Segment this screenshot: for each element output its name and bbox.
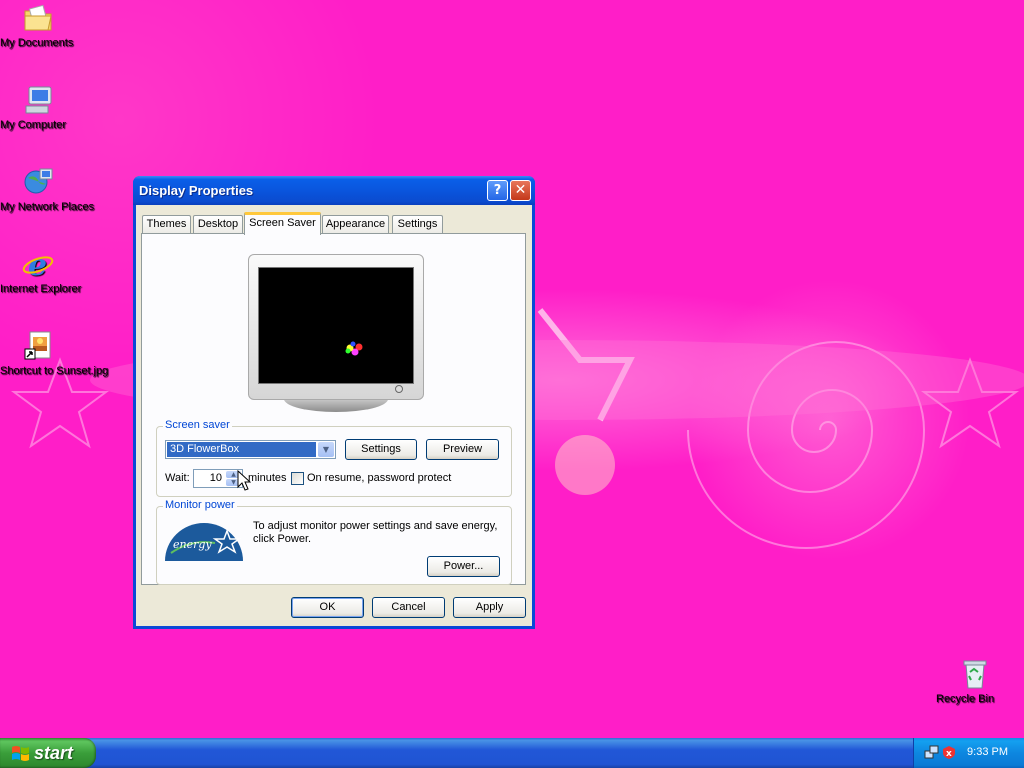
button-label: Apply — [475, 601, 504, 613]
desktop-icon-my-documents[interactable]: My Documents — [0, 2, 76, 49]
tab-label: Themes — [146, 218, 187, 230]
button-label: OK — [319, 601, 336, 613]
minutes-label: minutes — [248, 472, 287, 484]
monitor-power-group-label: Monitor power — [163, 499, 237, 511]
internet-explorer-icon: e — [22, 248, 54, 283]
security-alert-tray-icon[interactable]: x — [942, 745, 957, 760]
screen-saver-settings-button[interactable]: Settings — [345, 439, 417, 460]
start-label: start — [34, 743, 74, 763]
ok-button[interactable]: OK — [291, 597, 364, 618]
monitor-power-group: Monitor power energy To adjust monitor p… — [156, 499, 512, 585]
tab-label: Screen Saver — [249, 217, 316, 229]
windows-logo-icon — [12, 746, 29, 761]
screen-saver-dropdown[interactable]: 3D FlowerBox ▼ — [165, 440, 336, 459]
preview-button[interactable]: Preview — [426, 439, 499, 460]
taskbar: start x 9:33 PM — [0, 738, 1024, 768]
desktop-icon-label: My Documents — [0, 37, 74, 49]
network-tray-icon[interactable] — [924, 745, 939, 760]
monitor-preview — [248, 254, 424, 412]
monitor-power-led — [395, 385, 403, 393]
monitor-bezel — [248, 254, 424, 400]
desktop-icon-my-computer[interactable]: My Computer — [0, 84, 76, 131]
svg-text:x: x — [946, 749, 952, 759]
mouse-cursor-icon — [237, 470, 251, 491]
tab-label: Settings — [397, 218, 438, 230]
screen-saver-group: Screen saver 3D FlowerBox ▼ Settings Pre… — [156, 419, 512, 497]
taskbar-clock[interactable]: 9:33 PM — [967, 746, 1008, 758]
desktop-icon-shortcut-sunset[interactable]: Shortcut to Sunset.jpg — [0, 330, 108, 377]
image-file-icon — [22, 330, 54, 362]
title-bar[interactable]: Display Properties ? ✕ — [133, 176, 535, 205]
window-client-area: Themes Desktop Screen Saver Appearance S… — [136, 205, 532, 626]
window-title: Display Properties — [139, 183, 254, 198]
close-icon: ✕ — [514, 182, 527, 198]
tab-appearance[interactable]: Appearance — [322, 215, 389, 233]
desktop-icon-label: Internet Explorer — [0, 283, 82, 295]
close-button[interactable]: ✕ — [510, 180, 531, 201]
button-label: Power... — [443, 560, 484, 572]
password-protect-label[interactable]: On resume, password protect — [307, 472, 451, 484]
svg-text:e: e — [28, 248, 47, 280]
wait-label: Wait: — [165, 472, 190, 484]
apply-button[interactable]: Apply — [453, 597, 526, 618]
wait-minutes-stepper[interactable]: 10 ▲ ▼ — [193, 469, 243, 488]
energy-star-logo: energy — [165, 523, 243, 561]
help-button[interactable]: ? — [487, 180, 508, 201]
tab-settings[interactable]: Settings — [392, 215, 443, 233]
password-protect-checkbox[interactable] — [291, 472, 304, 485]
start-button[interactable]: start — [0, 738, 96, 768]
monitor-stand — [284, 399, 388, 412]
cancel-button[interactable]: Cancel — [372, 597, 445, 618]
tab-label: Desktop — [197, 218, 239, 230]
desktop-icon-label: Shortcut to Sunset.jpg — [0, 365, 109, 377]
system-tray: x 9:33 PM — [913, 738, 1024, 768]
recycle-bin-icon — [958, 658, 990, 690]
desktop-icon-label: Recycle Bin — [936, 693, 995, 705]
screen-saver-selected-value: 3D FlowerBox — [167, 442, 316, 457]
desktop-icon-internet-explorer[interactable]: e Internet Explorer — [0, 248, 81, 295]
button-label: Cancel — [391, 601, 426, 613]
tab-screen-saver[interactable]: Screen Saver — [244, 212, 321, 235]
desktop-icon-label: My Network Places — [0, 201, 95, 213]
help-icon: ? — [493, 183, 502, 198]
screen-saver-tab-panel: Screen saver 3D FlowerBox ▼ Settings Pre… — [141, 233, 526, 585]
monitor-power-description: To adjust monitor power settings and sav… — [253, 520, 498, 545]
screen-saver-group-label: Screen saver — [163, 419, 232, 431]
power-button[interactable]: Power... — [427, 556, 500, 577]
wait-minutes-value: 10 — [209, 472, 222, 484]
display-properties-window: Display Properties ? ✕ Themes Desktop Sc… — [133, 176, 535, 629]
tab-label: Appearance — [325, 218, 386, 230]
preview-screen — [258, 267, 414, 384]
button-label: Preview — [442, 443, 483, 455]
button-label: Settings — [361, 443, 401, 455]
svg-text:energy: energy — [173, 538, 212, 551]
desktop-icon-recycle-bin[interactable]: Recycle Bin — [936, 658, 1012, 705]
chevron-down-icon[interactable]: ▼ — [318, 442, 334, 457]
tab-themes[interactable]: Themes — [142, 215, 191, 233]
desktop-icon-label: My Computer — [0, 119, 67, 131]
network-globe-icon — [22, 166, 54, 198]
computer-icon — [22, 84, 54, 116]
flowerbox-preview-icon — [345, 341, 363, 356]
folder-icon — [22, 2, 54, 34]
desktop-icon-my-network-places[interactable]: My Network Places — [0, 166, 94, 213]
tab-desktop[interactable]: Desktop — [193, 215, 243, 233]
